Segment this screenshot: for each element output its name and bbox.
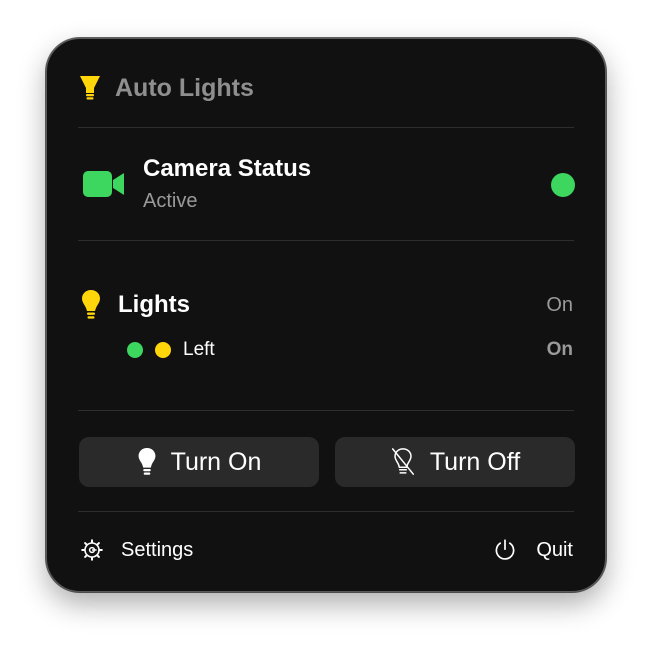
lights-status: On	[546, 294, 573, 316]
app-title: Auto Lights	[115, 74, 254, 102]
turn-off-label: Turn Off	[429, 448, 521, 476]
divider	[78, 410, 574, 411]
turn-off-button[interactable]: Turn Off	[335, 437, 575, 487]
video-camera-icon	[83, 171, 124, 197]
divider	[78, 511, 574, 512]
gear-icon[interactable]	[81, 539, 103, 561]
turn-on-label: Turn On	[170, 448, 262, 476]
light-left-status-dot-yellow	[155, 342, 171, 358]
divider	[78, 127, 574, 128]
divider	[78, 240, 574, 241]
light-left-status: On	[546, 339, 573, 360]
lights-title: Lights	[118, 291, 190, 318]
lightbulb-slash-icon	[391, 448, 414, 475]
camera-status-indicator	[551, 173, 575, 197]
camera-status-value: Active	[143, 190, 198, 212]
light-left-status-dot-green	[127, 342, 143, 358]
camera-status-title: Camera Status	[143, 155, 312, 182]
quit-button[interactable]: Quit	[536, 537, 573, 563]
light-left-label: Left	[183, 339, 215, 360]
settings-button[interactable]: Settings	[121, 537, 193, 563]
auto-lights-panel: Auto Lights Camera Status Active Lights …	[46, 38, 606, 592]
bulb-icon	[80, 76, 100, 100]
turn-on-button[interactable]: Turn On	[79, 437, 319, 487]
power-icon[interactable]	[493, 538, 517, 562]
lightbulb-icon	[82, 290, 100, 319]
lightbulb-icon	[138, 447, 156, 475]
